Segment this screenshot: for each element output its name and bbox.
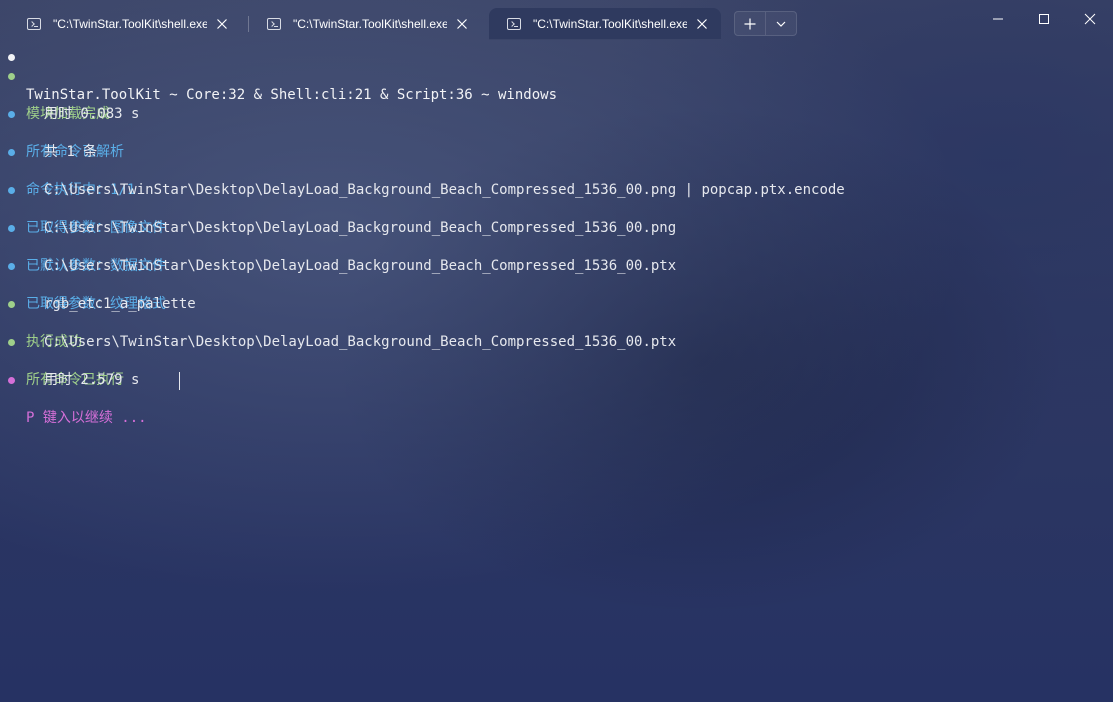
- output-line: 用时 2.579 s: [0, 352, 139, 388]
- output-line: 模块加载完成: [0, 67, 110, 122]
- output-line: 所有命令已解析: [0, 105, 124, 160]
- tab-3-active[interactable]: "C:\TwinStar.ToolKit\shell.exe": [489, 8, 721, 40]
- output-line: 命令执行中：1/1: [0, 143, 135, 198]
- minimize-button[interactable]: [975, 0, 1021, 38]
- line-text: TwinStar.ToolKit ~ Core:32 & Shell:cli:2…: [26, 87, 558, 103]
- tab-dropdown-button[interactable]: [766, 12, 796, 35]
- tab-title: "C:\TwinStar.ToolKit\shell.exe": [293, 17, 447, 31]
- bullet-dot: [8, 149, 15, 156]
- close-icon: [457, 19, 467, 29]
- bullet-dot: [8, 339, 15, 346]
- plus-icon: [744, 18, 756, 29]
- output-line: 所有命令已执行: [0, 333, 124, 388]
- terminal-output[interactable]: TwinStar.ToolKit ~ Core:32 & Shell:cli:2…: [0, 48, 1113, 702]
- chevron-down-icon: [776, 21, 786, 27]
- minimize-icon: [993, 18, 1003, 20]
- line-text: 共 1 条: [44, 144, 98, 160]
- title-bar: "C:\TwinStar.ToolKit\shell.exe" "C:\Twin…: [0, 0, 1113, 40]
- bullet-dot: [8, 263, 15, 270]
- bullet-dot: [8, 73, 15, 80]
- bullet-dot: [8, 54, 15, 61]
- bullet-dot: [8, 187, 15, 194]
- line-text: 用时 2.579 s: [44, 372, 140, 388]
- output-line: 共 1 条: [0, 124, 97, 160]
- line-text: C:\Users\TwinStar\Desktop\DelayLoad_Back…: [44, 334, 677, 350]
- line-text: C:\Users\TwinStar\Desktop\DelayLoad_Back…: [44, 258, 677, 274]
- text-cursor[interactable]: [179, 372, 180, 390]
- tab-2[interactable]: "C:\TwinStar.ToolKit\shell.exe": [249, 8, 481, 40]
- line-text: rgb_etc1_a_palette: [44, 296, 196, 312]
- output-line: C:\Users\TwinStar\Desktop\DelayLoad_Back…: [0, 238, 676, 274]
- output-line: 已取得参数：图像文件: [0, 181, 166, 236]
- terminal-icon: [27, 18, 41, 30]
- output-line: 已取得参数：纹理格式: [0, 257, 166, 312]
- bullet-dot: [8, 225, 15, 232]
- terminal-icon: [267, 18, 281, 30]
- continue-prompt: P 键入以继续 ...: [26, 410, 147, 426]
- terminal-icon: [507, 18, 521, 30]
- output-line: rgb_etc1_a_palette: [0, 276, 196, 312]
- output-line: C:\Users\TwinStar\Desktop\DelayLoad_Back…: [0, 200, 676, 236]
- new-tab-group: [734, 11, 797, 36]
- output-line: 已默认参数：数据文件: [0, 219, 166, 274]
- output-line: TwinStar.ToolKit ~ Core:32 & Shell:cli:2…: [0, 48, 557, 103]
- close-icon: [217, 19, 227, 29]
- prompt-line: P 键入以继续 ...: [0, 371, 147, 426]
- tab-close-button[interactable]: [207, 9, 237, 39]
- tab-close-button[interactable]: [687, 9, 717, 39]
- bullet-dot: [8, 111, 15, 118]
- line-text: 用时 0.083 s: [44, 106, 140, 122]
- bullet-dot: [8, 301, 15, 308]
- output-line: C:\Users\TwinStar\Desktop\DelayLoad_Back…: [0, 314, 676, 350]
- tab-title: "C:\TwinStar.ToolKit\shell.exe": [533, 17, 687, 31]
- output-line: 用时 0.083 s: [0, 86, 139, 122]
- output-line: C:\Users\TwinStar\Desktop\DelayLoad_Back…: [0, 162, 845, 198]
- maximize-button[interactable]: [1021, 0, 1067, 38]
- new-tab-button[interactable]: [735, 12, 766, 35]
- maximize-icon: [1039, 14, 1049, 24]
- tab-title: "C:\TwinStar.ToolKit\shell.exe": [53, 17, 207, 31]
- bullet-dot: [8, 377, 15, 384]
- close-window-button[interactable]: [1067, 0, 1113, 38]
- close-icon: [697, 19, 707, 29]
- tab-1[interactable]: "C:\TwinStar.ToolKit\shell.exe": [9, 8, 241, 40]
- tab-close-button[interactable]: [447, 9, 477, 39]
- line-text: C:\Users\TwinStar\Desktop\DelayLoad_Back…: [44, 182, 845, 198]
- terminal-window: "C:\TwinStar.ToolKit\shell.exe" "C:\Twin…: [0, 0, 1113, 702]
- close-icon: [1084, 13, 1096, 25]
- line-text: C:\Users\TwinStar\Desktop\DelayLoad_Back…: [44, 220, 677, 236]
- output-line: 执行成功: [0, 295, 82, 350]
